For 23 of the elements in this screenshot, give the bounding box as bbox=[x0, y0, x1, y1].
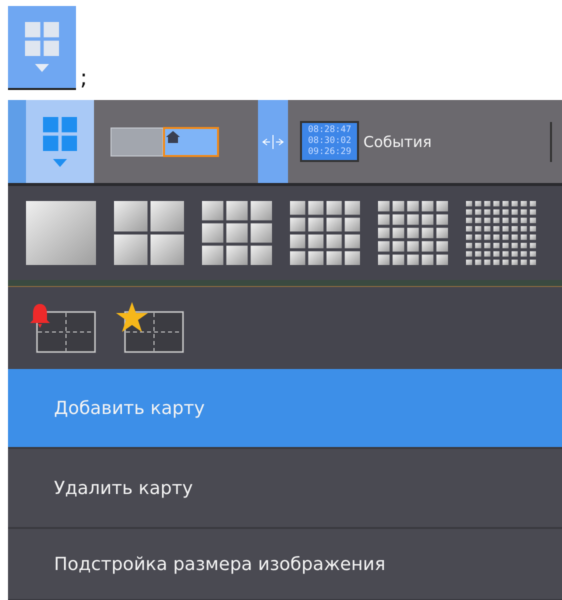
caret-icon bbox=[35, 64, 49, 72]
punctuation-text: ; bbox=[80, 68, 88, 90]
bell-layout-icon[interactable] bbox=[28, 302, 96, 354]
layout-grid-icon[interactable] bbox=[290, 201, 360, 265]
grid-icon bbox=[25, 22, 59, 56]
time-text: 08:28:47 bbox=[308, 125, 352, 136]
events-button[interactable]: События bbox=[359, 132, 432, 150]
grid-icon bbox=[43, 116, 77, 150]
menu-item[interactable]: Добавить карту bbox=[8, 369, 562, 449]
time-text: 08:30:02 bbox=[308, 136, 352, 147]
split-arrows-icon bbox=[262, 134, 284, 148]
layout-menu-button[interactable] bbox=[8, 6, 76, 90]
time-text: 09:26:29 bbox=[308, 147, 352, 158]
layout-grid-icon[interactable] bbox=[466, 201, 536, 265]
layout-grid-icon[interactable] bbox=[202, 201, 272, 265]
menu-item[interactable]: Подстройка размера изображения bbox=[8, 529, 562, 600]
star-layout-icon[interactable] bbox=[116, 302, 184, 354]
caret-icon bbox=[53, 158, 67, 166]
layout-grid-icon[interactable] bbox=[114, 201, 184, 265]
layout-grid-icon[interactable] bbox=[378, 201, 448, 265]
clock-badge[interactable]: 08:28:47 08:30:02 09:26:29 bbox=[300, 121, 360, 162]
monitor-tabs-icon[interactable] bbox=[110, 126, 220, 156]
menu-item[interactable]: Удалить карту bbox=[8, 449, 562, 529]
